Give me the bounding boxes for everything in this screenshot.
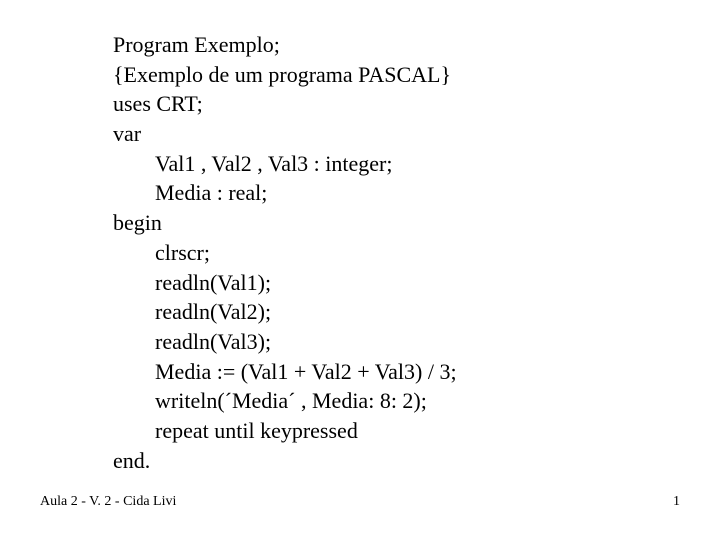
- code-line: Media := (Val1 + Val2 + Val3) / 3;: [113, 357, 457, 387]
- code-line: end.: [113, 446, 457, 476]
- code-line: Media : real;: [113, 178, 457, 208]
- code-line: begin: [113, 208, 457, 238]
- code-line: uses CRT;: [113, 89, 457, 119]
- code-line: Val1 , Val2 , Val3 : integer;: [113, 149, 457, 179]
- footer-page-number: 1: [673, 494, 680, 510]
- footer-left: Aula 2 - V. 2 - Cida Livi: [40, 494, 176, 510]
- code-block: Program Exemplo; {Exemplo de um programa…: [113, 30, 457, 475]
- code-line: {Exemplo de um programa PASCAL}: [113, 60, 457, 90]
- code-line: readln(Val1);: [113, 268, 457, 298]
- code-line: var: [113, 119, 457, 149]
- code-line: writeln(´Media´ , Media: 8: 2);: [113, 386, 457, 416]
- slide: Program Exemplo; {Exemplo de um programa…: [0, 0, 720, 540]
- code-line: clrscr;: [113, 238, 457, 268]
- code-line: Program Exemplo;: [113, 30, 457, 60]
- code-line: repeat until keypressed: [113, 416, 457, 446]
- code-line: readln(Val2);: [113, 297, 457, 327]
- code-line: readln(Val3);: [113, 327, 457, 357]
